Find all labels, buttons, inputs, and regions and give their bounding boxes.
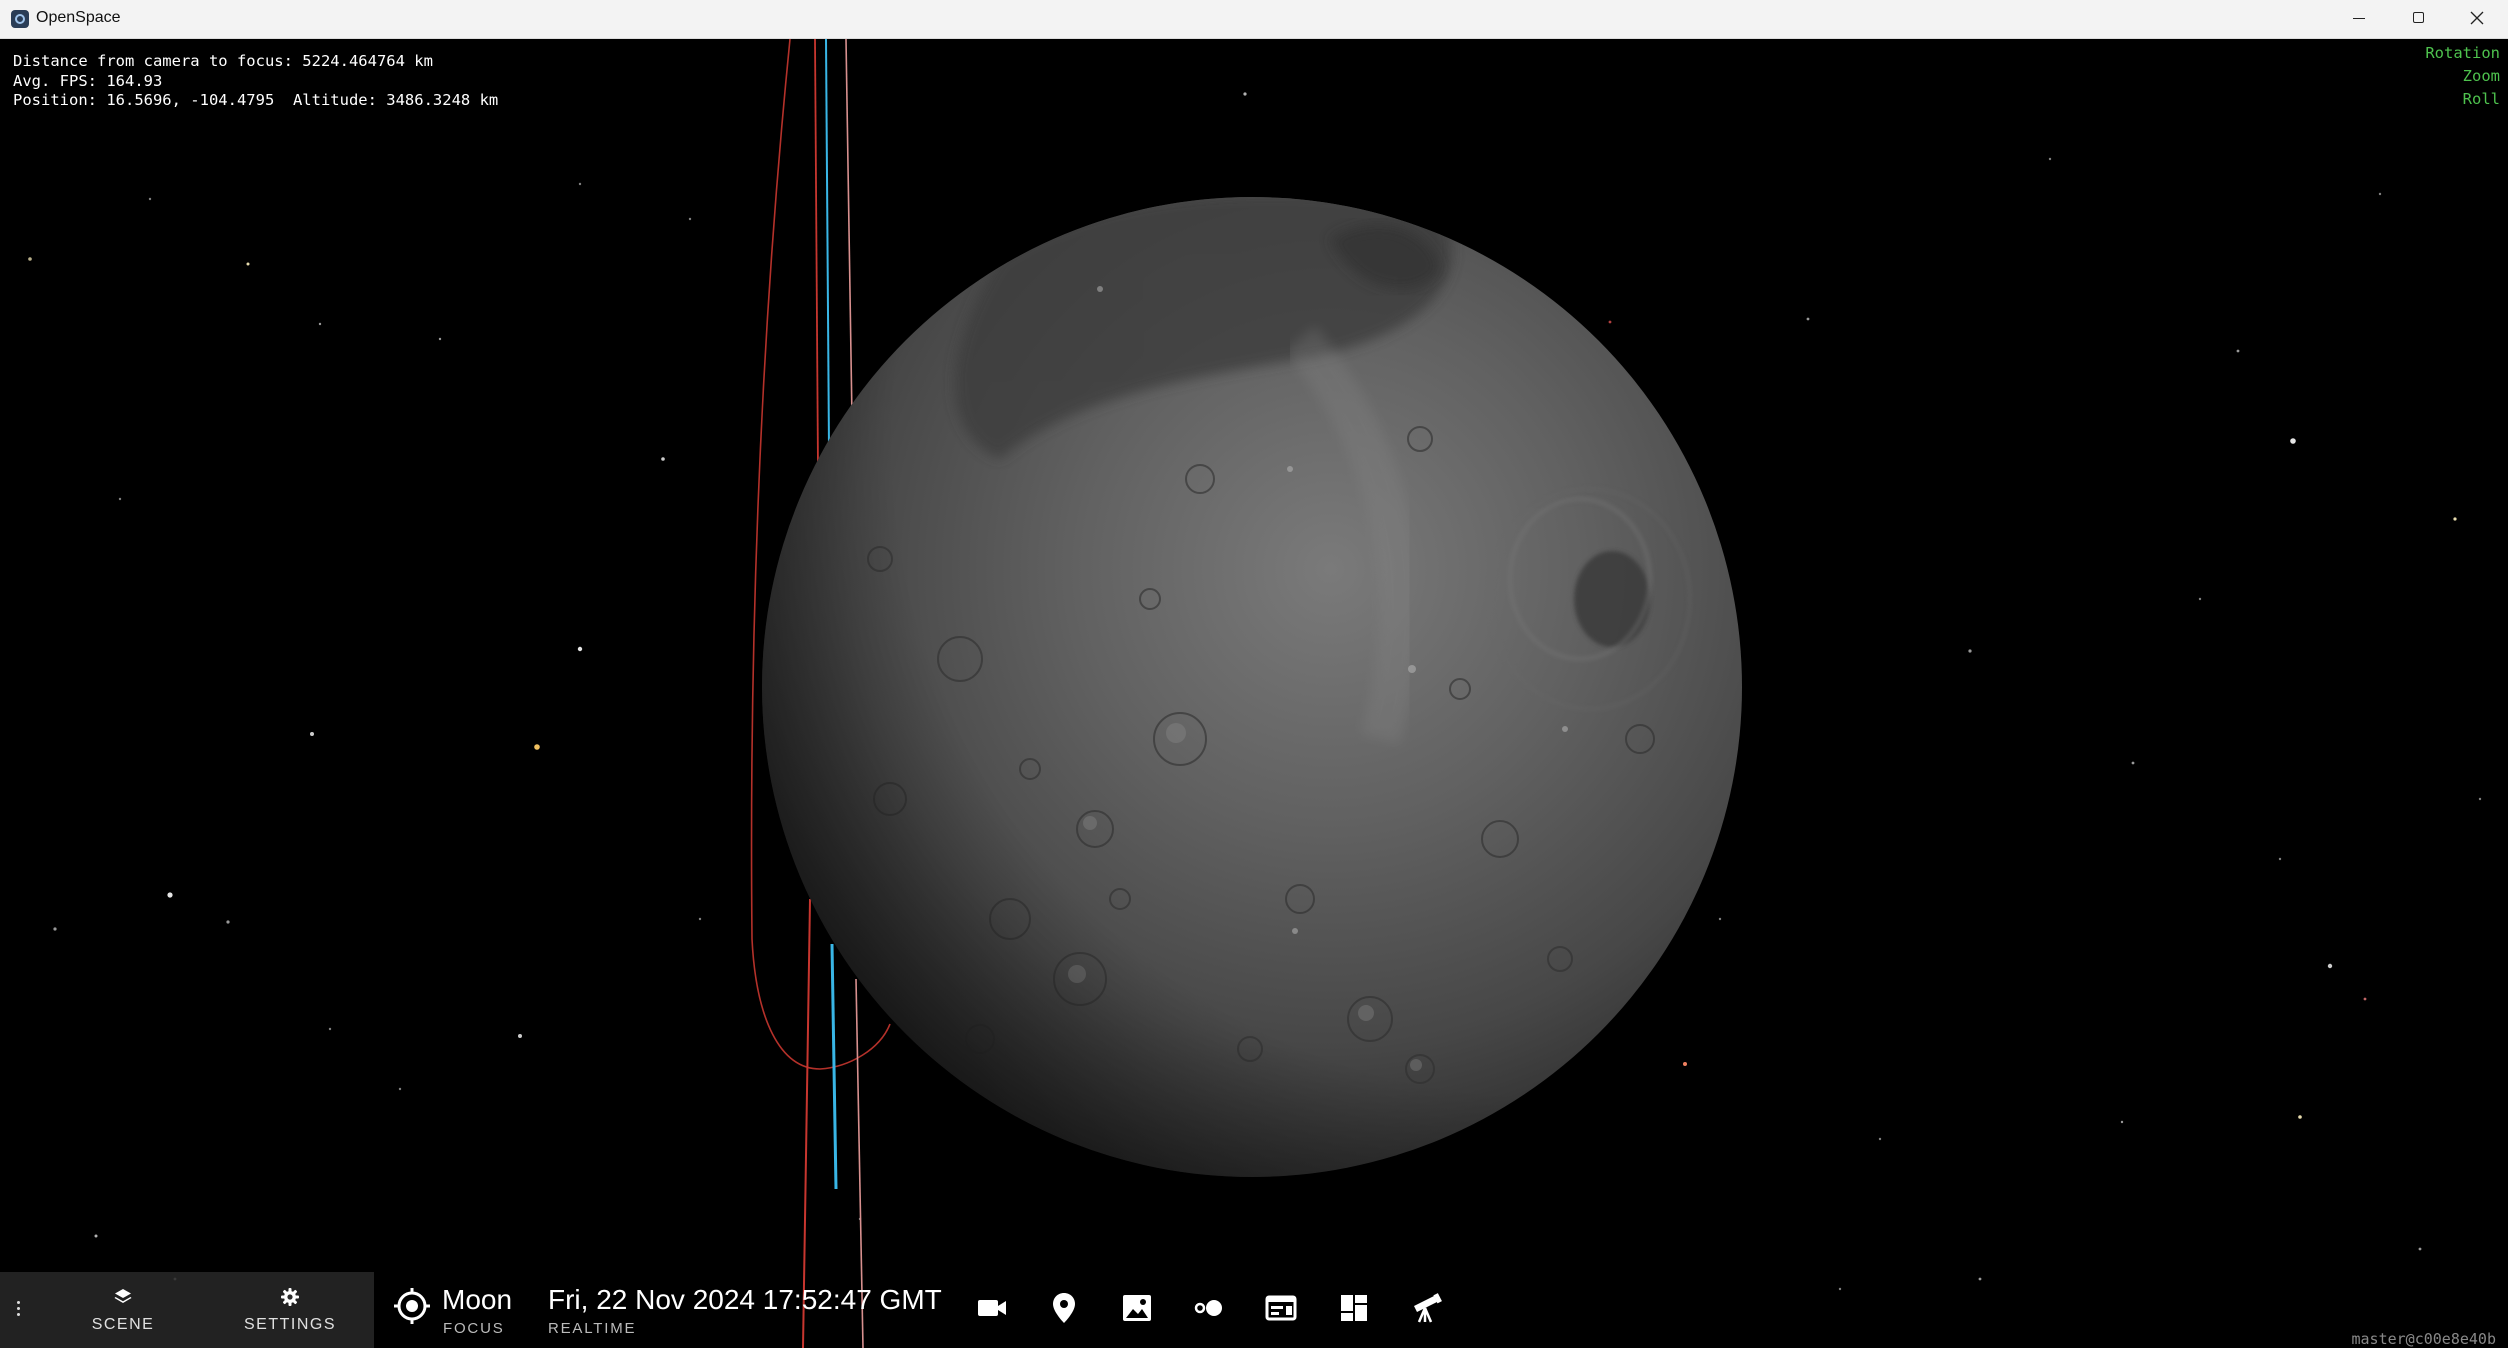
distance-readout: Distance from camera to focus: 5224.4647… <box>13 52 433 70</box>
browser-window-icon <box>1265 1295 1297 1321</box>
gear-icon <box>281 1288 299 1306</box>
position-readout: Position: 16.5696, -104.4795 Altitude: 3… <box>13 91 499 109</box>
time-selector[interactable]: Fri, 22 Nov 2024 17:52:47 GMT REALTIME <box>548 1272 942 1348</box>
sky-browser-button[interactable] <box>1402 1286 1450 1330</box>
fps-readout: Avg. FPS: 164.93 <box>13 71 163 90</box>
camera-info-overlay: Distance from camera to focus: 5224.4647… <box>13 52 498 111</box>
scene-label: SCENE <box>91 1316 155 1333</box>
moon-globe <box>762 197 1742 1177</box>
layers-icon <box>114 1289 132 1303</box>
bottom-toolbar: SCENE SETTINGS Moon FOCUS Fri, 22 Nov 20… <box>0 1272 2508 1348</box>
settings-button[interactable]: SETTINGS <box>215 1272 365 1348</box>
image-icon <box>1123 1295 1151 1321</box>
video-camera-button[interactable] <box>968 1286 1016 1330</box>
map-pin-icon <box>1053 1293 1075 1323</box>
simulation-time: Fri, 22 Nov 2024 17:52:47 GMT <box>548 1284 942 1315</box>
geo-location-button[interactable] <box>1040 1286 1088 1330</box>
render-viewport[interactable]: Distance from camera to focus: 5224.4647… <box>0 39 2508 1348</box>
focus-selector[interactable]: Moon FOCUS <box>392 1272 532 1348</box>
video-camera-icon <box>978 1300 1006 1316</box>
maximize-icon <box>2413 12 2424 23</box>
navigation-indicators: Rotation Zoom Roll <box>2425 42 2500 111</box>
space-scene <box>28 39 2482 1348</box>
minimize-button[interactable] <box>2330 0 2388 38</box>
user-panels-button[interactable] <box>1257 1286 1305 1330</box>
actions-button[interactable] <box>1330 1286 1378 1330</box>
telescope-icon <box>1414 1293 1442 1323</box>
window-title-bar[interactable]: OpenSpace <box>0 0 2508 39</box>
menu-panel: SCENE SETTINGS <box>0 1272 374 1348</box>
focus-label: FOCUS <box>443 1320 505 1337</box>
dashboard-icon <box>1341 1295 1367 1321</box>
dots-icon <box>1194 1300 1222 1316</box>
close-button[interactable] <box>2448 0 2506 38</box>
window-title: OpenSpace <box>36 9 121 26</box>
rotation-indicator: Rotation <box>2425 44 2500 62</box>
screen-space-image-button[interactable] <box>1113 1286 1161 1330</box>
focus-name: Moon <box>442 1284 513 1315</box>
time-mode-label: REALTIME <box>548 1320 637 1337</box>
maximize-button[interactable] <box>2390 0 2448 38</box>
settings-label: SETTINGS <box>243 1316 336 1333</box>
close-icon <box>2470 11 2484 25</box>
crosshair-icon <box>394 1288 430 1324</box>
roll-indicator: Roll <box>2462 90 2500 108</box>
exoplanets-button[interactable] <box>1185 1286 1233 1330</box>
scene-button[interactable]: SCENE <box>48 1272 198 1348</box>
more-options-button[interactable] <box>12 1298 24 1322</box>
openspace-app-icon <box>11 10 29 28</box>
zoom-indicator: Zoom <box>2462 67 2500 85</box>
minimize-icon <box>2353 18 2365 19</box>
